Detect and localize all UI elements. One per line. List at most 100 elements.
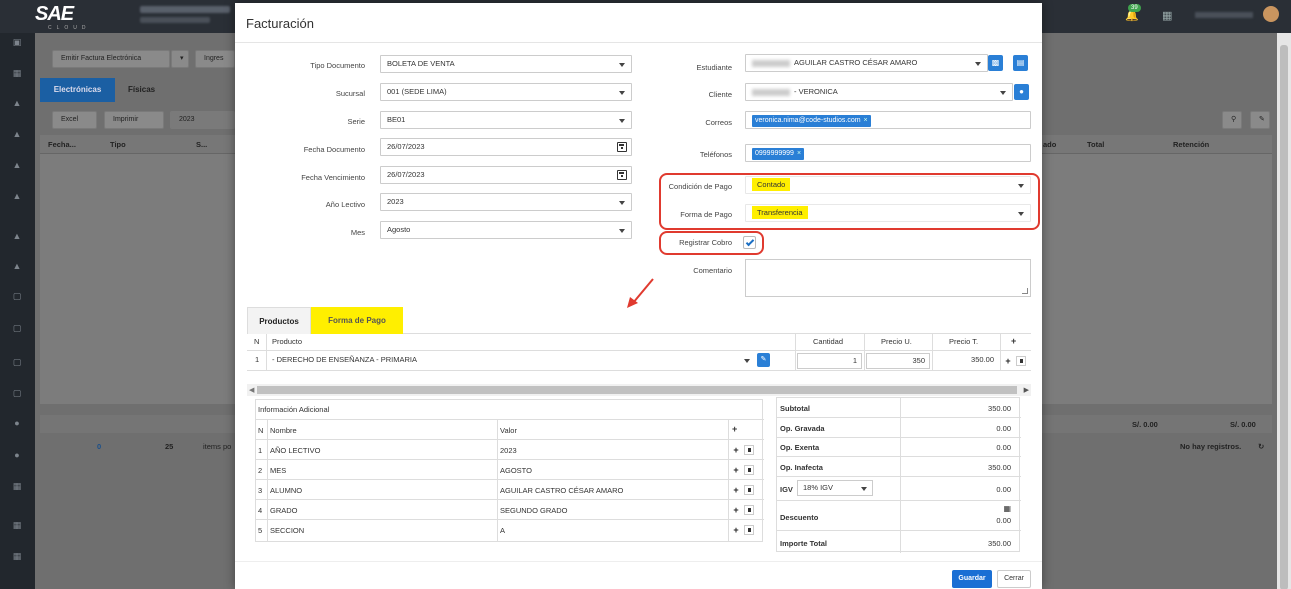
cliente-select[interactable]: - VERONICA bbox=[745, 83, 1013, 101]
excel-button[interactable]: Excel bbox=[52, 111, 97, 129]
scrollbar-thumb[interactable] bbox=[1280, 45, 1288, 589]
trash-icon[interactable] bbox=[744, 465, 754, 475]
emit-dropdown-caret[interactable]: ▾ bbox=[171, 50, 189, 68]
precio-u-input[interactable]: 350 bbox=[866, 353, 930, 369]
row-valor: 2023 bbox=[500, 446, 517, 455]
sidebar-icon-5[interactable]: ▲ bbox=[11, 160, 23, 170]
trash-icon[interactable] bbox=[1016, 356, 1026, 366]
edit-icon[interactable]: ✎ bbox=[757, 353, 770, 367]
plus-icon[interactable]: + bbox=[731, 465, 741, 475]
close-icon[interactable]: × bbox=[864, 117, 868, 124]
add-product-button[interactable]: + bbox=[1011, 336, 1016, 346]
scroll-right-icon[interactable]: ▶ bbox=[1024, 386, 1029, 394]
tab-electronicas[interactable]: Electrónicas bbox=[40, 78, 115, 102]
sidebar-icon-14[interactable]: ● bbox=[11, 450, 23, 460]
fecha-vencimiento-input[interactable]: 26/07/2023 bbox=[380, 166, 632, 184]
cantidad-input[interactable]: 1 bbox=[797, 353, 862, 369]
mes-select[interactable]: Agosto bbox=[380, 221, 632, 239]
scrollbar-thumb[interactable] bbox=[257, 386, 1017, 394]
footer-total-1: S/. 0.00 bbox=[1132, 420, 1158, 429]
col-s[interactable]: S... bbox=[196, 140, 207, 149]
resize-grip-icon[interactable] bbox=[1022, 288, 1028, 294]
anio-lectivo-select[interactable]: 2023 bbox=[380, 193, 632, 211]
tab-forma-de-pago[interactable]: Forma de Pago bbox=[311, 307, 403, 334]
refresh-icon[interactable]: ↻ bbox=[1258, 442, 1264, 451]
col-estado[interactable]: ado bbox=[1043, 140, 1056, 149]
ingresar-button[interactable]: Ingres bbox=[195, 50, 235, 68]
student-list-button[interactable]: ▤ bbox=[1013, 55, 1028, 71]
producto-select[interactable]: - DERECHO DE ENSEÑANZA - PRIMARIA bbox=[269, 352, 756, 369]
scroll-left-icon[interactable]: ◀ bbox=[249, 386, 254, 394]
apps-grid-icon[interactable]: ▦ bbox=[1162, 9, 1172, 22]
add-info-button[interactable]: + bbox=[732, 424, 737, 434]
forma-pago-select[interactable]: Transferencia bbox=[745, 204, 1031, 222]
sidebar-icon-13[interactable]: ● bbox=[11, 418, 23, 428]
sidebar-icon-17[interactable]: ▦ bbox=[11, 551, 23, 561]
pager-page[interactable]: 0 bbox=[97, 442, 101, 451]
sidebar-icon-15[interactable]: ▦ bbox=[11, 481, 23, 491]
trash-icon[interactable] bbox=[744, 505, 754, 515]
sidebar-icon-3[interactable]: ▲ bbox=[11, 98, 23, 108]
condicion-pago-select[interactable]: Contado bbox=[745, 176, 1031, 194]
col-total[interactable]: Total bbox=[1087, 140, 1104, 149]
col-tipo[interactable]: Tipo bbox=[110, 140, 126, 149]
trash-icon[interactable] bbox=[744, 525, 754, 535]
app-logo[interactable]: SAE bbox=[35, 3, 74, 26]
sidebar-icon-9[interactable]: ▢ bbox=[11, 291, 23, 301]
horizontal-scrollbar[interactable]: ◀ ▶ bbox=[247, 384, 1031, 396]
calculator-icon[interactable]: ▦ bbox=[1003, 504, 1011, 513]
estudiante-select[interactable]: AGUILAR CASTRO CÉSAR AMARO bbox=[745, 54, 988, 72]
calendar-icon[interactable] bbox=[617, 142, 627, 152]
print-button[interactable]: Imprimir bbox=[104, 111, 164, 129]
col-retencion[interactable]: Retención bbox=[1173, 140, 1209, 149]
comentario-textarea[interactable] bbox=[745, 259, 1031, 297]
serie-select[interactable]: BE01 bbox=[380, 111, 632, 129]
sidebar-icon-7[interactable]: ▲ bbox=[11, 231, 23, 241]
sidebar-icon-2[interactable]: ▦ bbox=[11, 68, 23, 78]
col-fecha[interactable]: Fecha... bbox=[48, 140, 76, 149]
sidebar-icon-11[interactable]: ▢ bbox=[11, 357, 23, 367]
year-filter-input[interactable]: 2023 bbox=[170, 111, 235, 129]
fecha-documento-input[interactable]: 26/07/2023 bbox=[380, 138, 632, 156]
condicion-pago-label: Condición de Pago bbox=[668, 182, 732, 191]
plus-icon[interactable]: + bbox=[1003, 356, 1013, 366]
tab-fisicas[interactable]: Físicas bbox=[128, 85, 155, 94]
page-scrollbar[interactable] bbox=[1277, 33, 1291, 589]
tipo-documento-select[interactable]: BOLETA DE VENTA bbox=[380, 55, 632, 73]
row-valor: AGOSTO bbox=[500, 466, 532, 475]
sidebar-icon-4[interactable]: ▲ bbox=[11, 129, 23, 139]
save-button[interactable]: Guardar bbox=[952, 570, 992, 588]
close-icon[interactable]: × bbox=[797, 150, 801, 157]
tab-productos[interactable]: Productos bbox=[247, 307, 311, 334]
sucursal-select[interactable]: 001 (SEDE LIMA) bbox=[380, 83, 632, 101]
plus-icon[interactable]: + bbox=[731, 525, 741, 535]
avatar[interactable] bbox=[1263, 6, 1279, 22]
trash-icon[interactable] bbox=[744, 485, 754, 495]
close-button[interactable]: Cerrar bbox=[997, 570, 1031, 588]
student-card-button[interactable]: ▩ bbox=[988, 55, 1003, 71]
telefonos-input[interactable]: 0999999999 × bbox=[745, 144, 1031, 162]
sidebar-icon-6[interactable]: ▲ bbox=[11, 191, 23, 201]
calendar-icon[interactable] bbox=[617, 170, 627, 180]
igv-select[interactable]: 18% IGV bbox=[797, 480, 873, 496]
emit-electronic-button[interactable]: Emitir Factura Electrónica bbox=[52, 50, 170, 68]
mes-label: Mes bbox=[350, 228, 365, 237]
sidebar-icon-8[interactable]: ▲ bbox=[11, 261, 23, 271]
plus-icon[interactable]: + bbox=[731, 445, 741, 455]
col-producto: Producto bbox=[272, 337, 303, 346]
registrar-cobro-checkbox[interactable] bbox=[743, 236, 756, 249]
sidebar-icon-16[interactable]: ▦ bbox=[11, 520, 23, 530]
client-user-button[interactable]: ● bbox=[1014, 84, 1029, 100]
sidebar-icon-10[interactable]: ▢ bbox=[11, 323, 23, 333]
email-chip[interactable]: veronica.nima@code-studios.com × bbox=[752, 115, 871, 127]
search-icon[interactable]: ⚲ bbox=[1222, 111, 1242, 129]
correos-input[interactable]: veronica.nima@code-studios.com × bbox=[745, 111, 1031, 129]
phone-chip[interactable]: 0999999999 × bbox=[752, 148, 805, 160]
sidebar-icon-1[interactable]: ▣ bbox=[11, 37, 23, 47]
eraser-icon[interactable]: ✎ bbox=[1250, 111, 1270, 129]
sidebar-icon-12[interactable]: ▢ bbox=[11, 388, 23, 398]
trash-icon[interactable] bbox=[744, 445, 754, 455]
plus-icon[interactable]: + bbox=[731, 485, 741, 495]
plus-icon[interactable]: + bbox=[731, 505, 741, 515]
page-size-select[interactable]: 25 bbox=[165, 442, 173, 451]
